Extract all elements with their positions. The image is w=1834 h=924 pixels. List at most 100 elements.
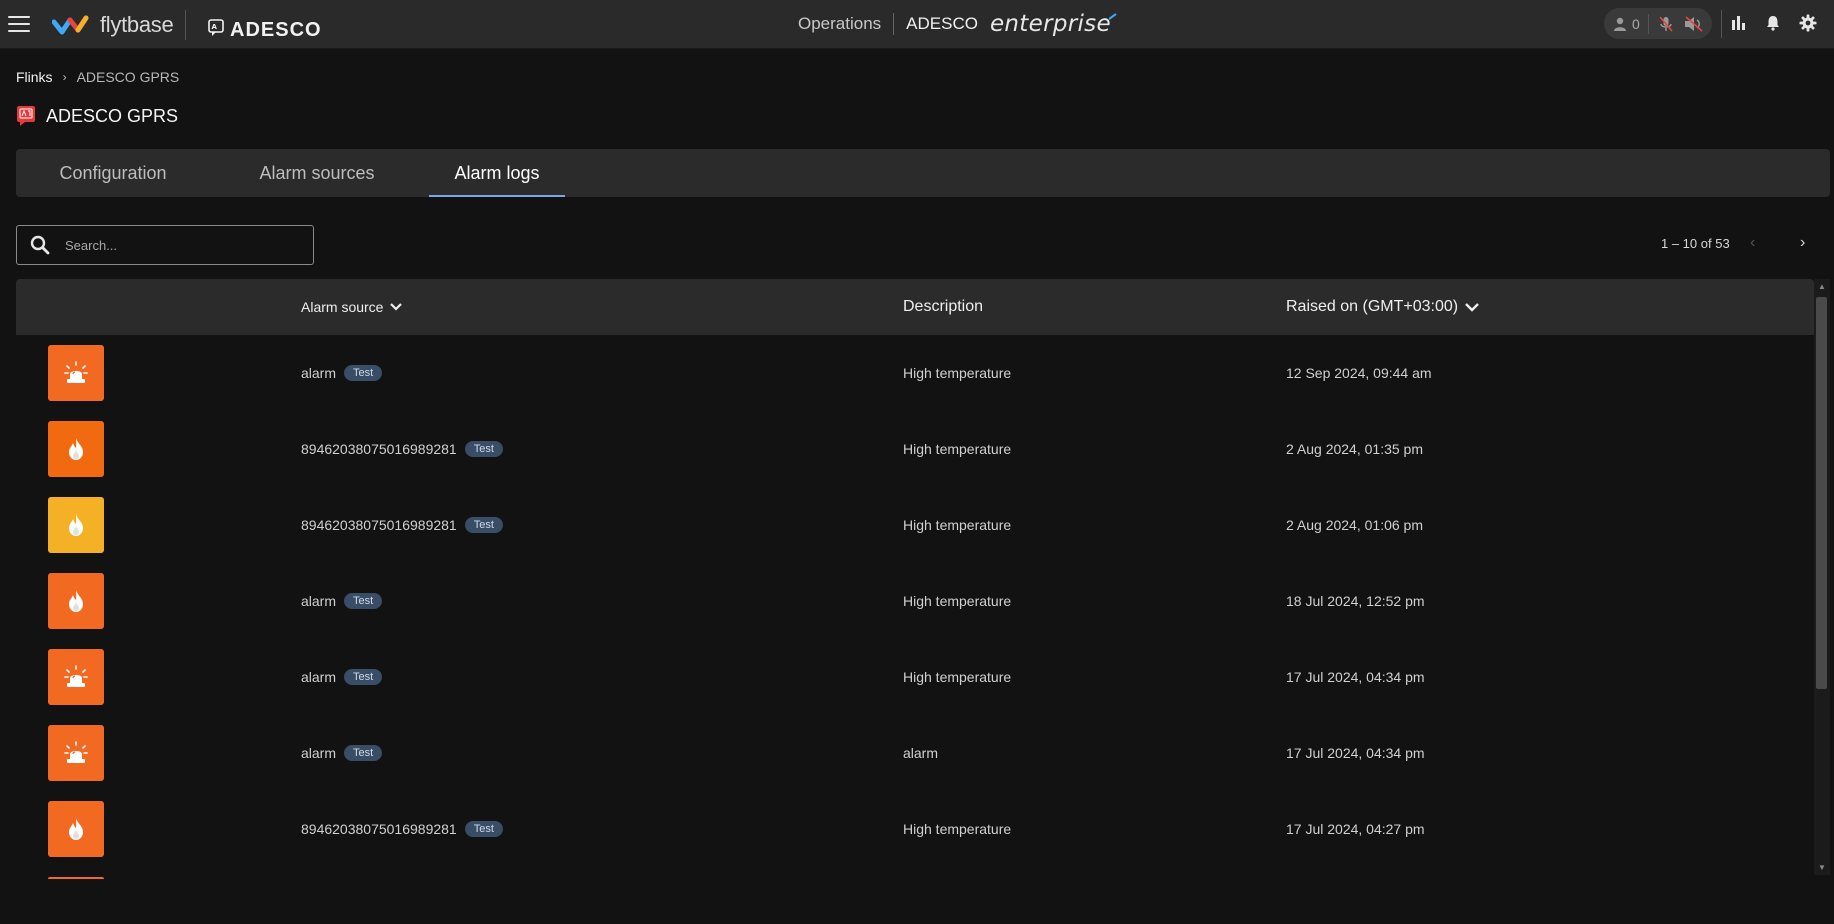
description-cell: High temperature <box>903 821 1012 837</box>
divider <box>1647 13 1649 34</box>
siren-icon <box>48 649 104 705</box>
top-bar: flytbase A ADESCO Operations ADESCO ente… <box>0 0 1834 49</box>
flame-icon <box>48 497 104 553</box>
alarm-source-cell: alarm Test <box>301 639 383 715</box>
alarm-tag: Test <box>464 821 503 837</box>
bell-icon[interactable] <box>1762 12 1784 34</box>
alarm-source-name: 8946203807501698928​1 <box>301 517 457 533</box>
siren-icon <box>48 345 104 401</box>
description-cell: High temperature <box>903 669 1012 685</box>
breadcrumb-current: ADESCO GPRS <box>76 69 180 85</box>
org-label: ADESCO <box>906 14 978 33</box>
scroll-down-icon[interactable]: ▼ <box>1818 863 1826 872</box>
column-header-alarm-source[interactable]: Alarm source <box>301 279 403 335</box>
table-row[interactable]: alarm Test High temperature 12 Sep 2024, 09… <box>16 335 1814 411</box>
raised-on-cell: 2 Aug 2024, 01:35 pm <box>1286 441 1423 457</box>
alarm-source-name: alarm <box>301 593 337 609</box>
alarm-tag: Test <box>464 517 503 533</box>
column-header-label: Alarm source <box>301 299 384 315</box>
alarm-source-cell: 8946203807501698928​1 Test <box>301 487 503 563</box>
alarm-icon-partial <box>48 877 104 879</box>
alarm-source-name: alarm <box>301 365 337 381</box>
siren-icon <box>48 725 104 781</box>
alarm-source-name: alarm <box>301 669 337 685</box>
chevron-left-icon[interactable]: ‹ <box>1750 234 1755 252</box>
pagination-range: 1 – 10 of 53 <box>1661 236 1730 251</box>
raised-on-cell: 17 Jul 2024, 04:27 pm <box>1286 821 1425 837</box>
flame-icon <box>48 421 104 477</box>
search-input[interactable] <box>65 237 285 253</box>
table-row[interactable]: alarm Test alarm 17 Jul 2024, 04:34 pm <box>16 715 1814 791</box>
alarm-source-cell: alarm Test <box>301 563 383 639</box>
table-row[interactable]: 8946203807501698928​1 Test High temperatur… <box>16 791 1814 867</box>
speaker-off-icon[interactable] <box>1683 15 1705 33</box>
divider <box>185 10 186 40</box>
menu-icon[interactable] <box>8 13 30 35</box>
page-title: ADESCO GPRS <box>16 105 178 127</box>
org-logo-text: ADESCO <box>230 19 322 41</box>
column-header-raised-on[interactable]: Raised on (GMT+03:00) <box>1286 279 1480 335</box>
table-row[interactable]: alarm Test High temperature 17 Jul 2024, 04… <box>16 639 1814 715</box>
page-title-text: ADESCO GPRS <box>46 105 179 126</box>
edition-mark-icon <box>1108 13 1117 20</box>
edition-label: enterprise <box>989 11 1111 37</box>
user-count: 0 <box>1632 15 1640 32</box>
alarm-tag: Test <box>344 365 383 381</box>
description-cell: alarm <box>903 745 939 761</box>
scroll-up-icon[interactable]: ▲ <box>1818 282 1826 291</box>
search-box[interactable] <box>16 225 314 265</box>
tab-alarm-sources[interactable]: Alarm sources <box>210 149 424 197</box>
description-cell: High temperature <box>903 593 1012 609</box>
user-icon <box>1614 17 1626 31</box>
alarm-source-cell: 8946203807501698928​1 Test <box>301 411 503 487</box>
table-header: Alarm source Description Raised on (GMT+… <box>16 279 1814 335</box>
analytics-icon[interactable] <box>1728 12 1750 34</box>
alarm-source-cell: alarm Test <box>301 335 383 411</box>
alarm-source-cell: alarm Test <box>301 715 383 791</box>
gear-icon[interactable] <box>1797 12 1819 34</box>
divider <box>893 13 895 35</box>
column-header-description: Description <box>903 298 984 315</box>
svg-text:A: A <box>212 23 218 31</box>
raised-on-cell: 2 Aug 2024, 01:06 pm <box>1286 517 1423 533</box>
brand-name: flytbase <box>100 12 174 37</box>
tab-bar: Configuration Alarm sources Alarm logs <box>16 149 1830 197</box>
search-icon <box>30 235 50 255</box>
status-pill[interactable]: 0 <box>1604 8 1712 39</box>
adesco-mark-icon: A <box>208 18 224 36</box>
mic-off-icon[interactable] <box>1657 15 1675 33</box>
scrollbar[interactable]: ▲ ▼ <box>1814 279 1830 875</box>
alarm-tag: Test <box>344 745 383 761</box>
scrollbar-thumb[interactable] <box>1816 297 1827 689</box>
tab-alarm-logs[interactable]: Alarm logs <box>429 149 565 197</box>
alarm-tag: Test <box>344 669 383 685</box>
chevron-right-icon: › <box>62 70 67 84</box>
raised-on-cell: 12 Sep 2024, 09:44 am <box>1286 365 1432 381</box>
chevron-right-icon[interactable]: › <box>1800 234 1805 252</box>
alarm-logs-table: Alarm source Description Raised on (GMT+… <box>16 279 1814 879</box>
divider <box>1721 10 1722 38</box>
table-row[interactable] <box>16 867 1814 879</box>
chevron-down-icon <box>390 303 403 311</box>
table-row[interactable]: 8946203807501698928​1 Test High temperatur… <box>16 487 1814 563</box>
tab-configuration[interactable]: Configuration <box>16 149 210 197</box>
flytbase-logo[interactable]: flytbase <box>52 12 174 38</box>
flame-icon <box>48 801 104 857</box>
table-row[interactable]: alarm Test High temperature 18 Jul 2024, 12… <box>16 563 1814 639</box>
alarm-source-name: 8946203807501698928​1 <box>301 821 457 837</box>
breadcrumb: Flinks › ADESCO GPRS <box>16 69 179 85</box>
alarm-source-name: 8946203807501698928​1 <box>301 441 457 457</box>
description-cell: High temperature <box>903 441 1012 457</box>
breadcrumb-root-link[interactable]: Flinks <box>16 69 53 85</box>
alarm-source-cell: 8946203807501698928​1 Test <box>301 791 503 867</box>
raised-on-cell: 17 Jul 2024, 04:34 pm <box>1286 745 1425 761</box>
adesco-logo: A ADESCO <box>208 13 322 42</box>
alarm-tag: Test <box>464 441 503 457</box>
description-cell: High temperature <box>903 365 1012 381</box>
alarm-source-name: alarm <box>301 745 337 761</box>
alarm-tag: Test <box>344 593 383 609</box>
description-cell: High temperature <box>903 517 1012 533</box>
table-row[interactable]: 8946203807501698928​1 Test High temperatur… <box>16 411 1814 487</box>
flame-icon <box>48 573 104 629</box>
pagination: 1 – 10 of 53 ‹ › <box>1414 234 1834 256</box>
